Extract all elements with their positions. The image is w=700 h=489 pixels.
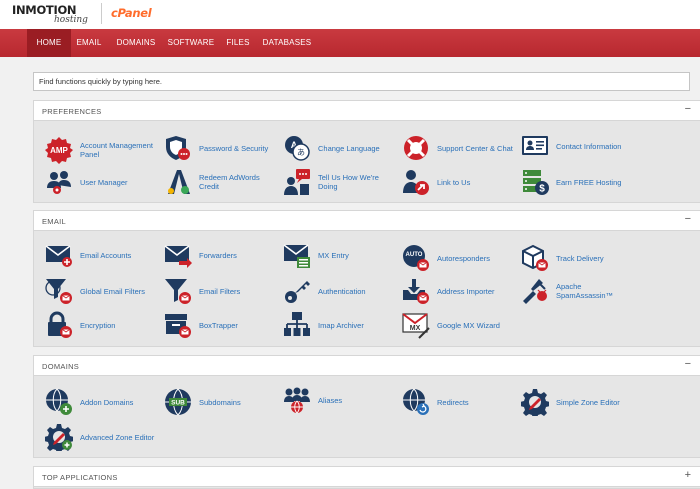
email-panel: EMAIL − Email Accounts Forwarders MX Ent… xyxy=(33,210,700,347)
nav-files[interactable]: FILES xyxy=(221,29,255,57)
preferences-header[interactable]: PREFERENCES − xyxy=(34,101,700,121)
lock-icon xyxy=(45,311,73,339)
search-input[interactable] xyxy=(34,73,689,90)
nav-software[interactable]: SOFTWARE xyxy=(165,29,217,57)
language-icon: Aあ xyxy=(283,134,311,162)
item-label: Account Management Panel xyxy=(80,141,153,159)
item-label: Imap Archiver xyxy=(318,320,364,330)
subdomains-icon: SUB xyxy=(164,388,192,416)
item-label: Forwarders xyxy=(199,250,237,260)
item-label: Earn FREE Hosting xyxy=(556,177,622,187)
item-label: Redeem AdWords Credit xyxy=(199,173,260,191)
aliases-icon xyxy=(283,386,311,414)
item-label: Addon Domains xyxy=(80,397,134,407)
nav-email[interactable]: EMAIL xyxy=(71,29,107,57)
nav-databases[interactable]: DATABASES xyxy=(259,29,315,57)
earn-hosting-icon: $ xyxy=(521,168,549,196)
inmotion-hosting-logo[interactable]: INMOTION hosting xyxy=(12,3,94,25)
collapse-toggle[interactable]: − xyxy=(685,213,691,225)
svg-text:あ: あ xyxy=(297,148,305,157)
collapse-toggle[interactable]: − xyxy=(685,358,691,370)
section-title: PREFERENCES xyxy=(42,107,102,116)
hosting-logo-text: hosting xyxy=(54,15,88,25)
svg-text:$: $ xyxy=(539,184,545,195)
contact-card-icon xyxy=(521,132,549,160)
item-label: Link to Us xyxy=(437,177,471,187)
cpanel-logo[interactable]: cPanel xyxy=(111,6,152,20)
forwarders-icon xyxy=(164,241,192,269)
item-label: Track Delivery xyxy=(556,253,604,263)
spamassassin-icon xyxy=(521,277,549,305)
addon-domains-icon xyxy=(45,388,73,416)
email-filter-icon xyxy=(164,277,192,305)
domains-panel: DOMAINS − Addon Domains SUB Subdomains A… xyxy=(33,355,700,458)
item-label: Subdomains xyxy=(199,397,241,407)
svg-text:AMP: AMP xyxy=(50,146,68,155)
section-title: EMAIL xyxy=(42,217,67,226)
boxtrapper-icon xyxy=(164,311,192,339)
section-title: DOMAINS xyxy=(42,362,80,371)
amp-icon: AMP xyxy=(45,136,73,164)
svg-text:SUB: SUB xyxy=(171,400,185,407)
global-filter-icon xyxy=(45,277,73,305)
link-user-icon xyxy=(402,168,430,196)
domains-header[interactable]: DOMAINS − xyxy=(34,356,700,376)
email-header[interactable]: EMAIL − xyxy=(34,211,700,231)
autoresponder-icon: AUTO xyxy=(402,244,430,272)
item-label: Apache SpamAssassin™ xyxy=(556,282,614,300)
item-label: Support Center & Chat xyxy=(437,143,513,153)
item-label: Encryption xyxy=(80,320,116,330)
simple-zone-editor-icon xyxy=(521,388,549,416)
google-mx-icon: MX xyxy=(402,311,430,339)
svg-text:MX: MX xyxy=(410,325,421,332)
preferences-panel: PREFERENCES − AMP Account Management Pan… xyxy=(33,100,700,203)
user-manager-icon xyxy=(45,168,73,196)
section-title: TOP APPLICATIONS xyxy=(42,473,118,482)
collapse-toggle[interactable]: − xyxy=(685,103,691,115)
item-label: Authentication xyxy=(318,286,366,296)
feedback-icon xyxy=(283,168,311,196)
item-label: BoxTrapper xyxy=(199,320,238,330)
item-label: Change Language xyxy=(318,143,380,153)
track-delivery-icon xyxy=(521,244,549,272)
mx-entry-icon xyxy=(283,241,311,269)
item-label: Simple Zone Editor xyxy=(556,397,620,407)
expand-toggle[interactable]: + xyxy=(685,469,691,481)
quick-search xyxy=(33,72,690,91)
advanced-zone-editor-icon xyxy=(45,423,73,451)
key-icon xyxy=(283,277,311,305)
top-applications-header[interactable]: TOP APPLICATIONS + xyxy=(34,467,700,487)
item-label: User Manager xyxy=(80,177,128,187)
svg-text:AUTO: AUTO xyxy=(406,252,423,258)
adwords-icon xyxy=(164,168,192,196)
item-label: Email Accounts xyxy=(80,250,132,260)
item-label: Advanced Zone Editor xyxy=(80,432,155,442)
top-bar: INMOTION hosting cPanel xyxy=(0,0,700,29)
item-label: Google MX Wizard xyxy=(437,320,500,330)
email-accounts-icon xyxy=(45,241,73,269)
shield-password-icon xyxy=(164,134,192,162)
redirects-icon xyxy=(402,388,430,416)
item-label: Redirects xyxy=(437,397,469,407)
imap-archiver-icon xyxy=(283,311,311,339)
logo-divider xyxy=(101,3,102,24)
item-label: Global Email Filters xyxy=(80,286,146,296)
address-importer-icon xyxy=(402,277,430,305)
item-label: MX Entry xyxy=(318,250,349,260)
item-label: Address Importer xyxy=(437,286,495,296)
nav-home[interactable]: HOME xyxy=(27,29,71,57)
item-label: Contact Information xyxy=(556,141,622,151)
top-applications-panel: TOP APPLICATIONS + xyxy=(33,466,700,489)
item-label: Email Filters xyxy=(199,286,241,296)
item-label: Password & Security xyxy=(199,143,269,153)
nav-domains[interactable]: DOMAINS xyxy=(111,29,161,57)
item-label: Aliases xyxy=(318,395,343,405)
item-label: Autoresponders xyxy=(437,253,490,263)
main-nav: HOME EMAIL DOMAINS SOFTWARE FILES DATABA… xyxy=(0,29,700,57)
item-label: Tell Us How We're Doing xyxy=(318,173,379,191)
support-lifebuoy-icon xyxy=(402,134,430,162)
